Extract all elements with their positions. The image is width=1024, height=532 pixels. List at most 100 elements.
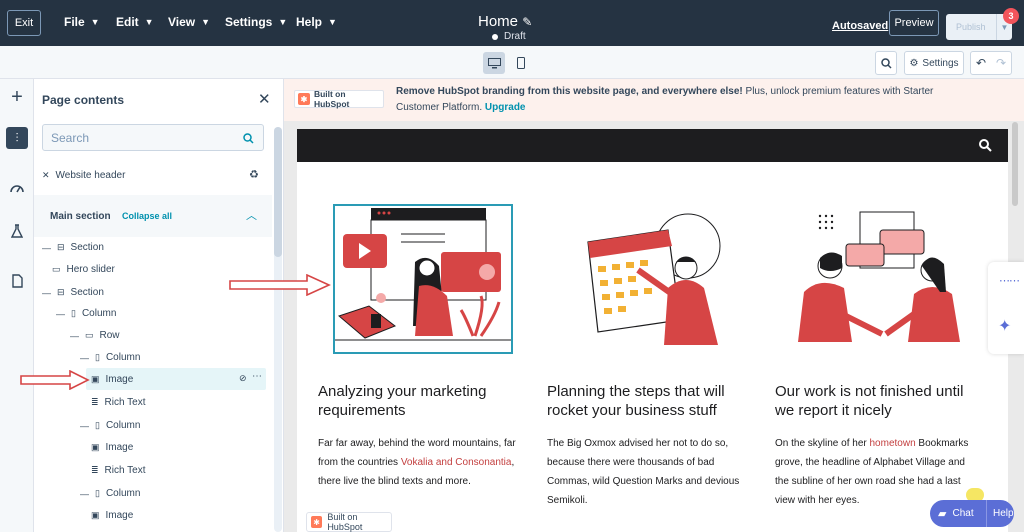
menu-view[interactable]: View ▼: [168, 15, 210, 29]
gear-icon: ⚙: [909, 57, 919, 69]
column-title[interactable]: Our work is not finished until we report…: [775, 382, 975, 420]
collapse-toggle-icon[interactable]: —: [42, 243, 51, 253]
footer-badge-label: Built on HubSpot: [327, 512, 363, 532]
page-title[interactable]: Home ✎: [478, 13, 532, 30]
collapse-toggle-icon[interactable]: —: [70, 331, 79, 341]
top-bar: Exit File ▼ Edit ▼ View ▼ Settings ▼ Help ▼ H…: [0, 0, 1024, 46]
pencil-icon[interactable]: ✎: [522, 15, 532, 29]
tree-item-label: Rich Text: [104, 465, 146, 476]
tree-item-rich-text[interactable]: ≣ Rich Text: [91, 397, 146, 408]
undo-redo-group: ↶ ↷: [970, 51, 1012, 75]
column-body[interactable]: On the skyline of her hometown Bookmarks…: [775, 434, 980, 510]
main-section-label: Main section: [50, 211, 111, 222]
grid-dots-icon[interactable]: ⋯⋯: [999, 274, 1020, 287]
site-nav-bar: [297, 129, 1008, 162]
search-placeholder: Search: [51, 131, 90, 145]
menu-edit[interactable]: Edit ▼: [116, 15, 154, 29]
tree-item-column[interactable]: — ▯ Column: [56, 308, 116, 319]
tree-item-label: Column: [105, 352, 141, 363]
collapse-all-link[interactable]: Collapse all: [122, 211, 172, 221]
collapse-toggle-icon[interactable]: —: [56, 309, 65, 319]
panel-title: Page contents: [42, 93, 125, 107]
preview-button[interactable]: Preview: [889, 10, 939, 36]
tree-item-row[interactable]: — ▭ Row: [70, 330, 120, 341]
collapse-toggle-icon[interactable]: —: [80, 353, 89, 363]
hide-icon[interactable]: ⊘: [239, 373, 247, 384]
collapse-toggle-icon[interactable]: —: [80, 489, 89, 499]
page-contents-panel: Page contents ✕ Search ✕ Website header …: [34, 79, 284, 532]
column-title[interactable]: Analyzing your marketing requirements: [318, 382, 518, 420]
mobile-view-button[interactable]: [510, 52, 532, 74]
planning-illustration-icon: [587, 213, 721, 345]
chevron-down-icon: ▼: [201, 17, 211, 27]
annotation-arrow-icon: [20, 370, 90, 390]
chevron-down-icon: ▼: [278, 17, 288, 27]
search-input[interactable]: Search: [42, 124, 264, 151]
tree-item-column[interactable]: — ▯ Column: [80, 352, 140, 363]
tree-item-image[interactable]: ▣ Image: [91, 374, 133, 385]
website-header-item[interactable]: ✕ Website header: [42, 170, 125, 181]
menu-help[interactable]: Help ▼: [296, 15, 337, 29]
publish-button[interactable]: Publish ▼: [946, 14, 1012, 40]
tree-item-column[interactable]: — ▯ Column: [80, 420, 140, 431]
exit-button[interactable]: Exit: [7, 10, 41, 36]
undo-icon[interactable]: ↶: [976, 56, 986, 70]
column-icon: ▯: [95, 352, 100, 362]
sparkle-icon[interactable]: ✦: [998, 316, 1011, 336]
add-icon[interactable]: +: [6, 86, 28, 108]
tree-item-section[interactable]: — ⊟ Section: [42, 287, 104, 298]
tree-item-image[interactable]: ▣ Image: [91, 442, 133, 453]
hubspot-logo-icon: ✱: [298, 93, 310, 105]
illustration-marketing[interactable]: [333, 204, 513, 354]
column-body[interactable]: Far far away, behind the word mountains,…: [318, 434, 523, 491]
notification-badge: 3: [1003, 8, 1019, 24]
built-on-hubspot-badge: ✱ Built on HubSpot: [294, 89, 384, 109]
settings-button[interactable]: ⚙ Settings: [904, 51, 964, 75]
page-icon[interactable]: [6, 270, 28, 292]
close-small-icon[interactable]: ✕: [42, 170, 50, 181]
redo-icon[interactable]: ↷: [996, 56, 1006, 70]
column-title[interactable]: Planning the steps that will rocket your…: [547, 382, 747, 420]
autosaved-link[interactable]: Autosaved: [832, 20, 888, 32]
desktop-icon: [487, 57, 501, 68]
menu-help-label: Help: [296, 15, 323, 29]
gauge-icon[interactable]: [6, 177, 28, 199]
menu-file-label: File: [64, 15, 85, 29]
column-icon: ▯: [95, 488, 100, 498]
search-button[interactable]: [875, 51, 897, 75]
refresh-icon[interactable]: ♻: [249, 168, 259, 181]
annotation-arrow-icon: [229, 274, 331, 296]
search-icon: [880, 57, 892, 69]
tree-item-hero-slider[interactable]: ▭ Hero slider: [52, 264, 115, 275]
canvas-scrollbar[interactable]: [1012, 122, 1018, 206]
editor-toolbar: ⚙ Settings ↶ ↷: [0, 46, 1024, 79]
flask-icon[interactable]: [6, 220, 28, 242]
chevron-up-icon[interactable]: ︿: [246, 207, 257, 223]
more-icon[interactable]: ⋯: [252, 371, 262, 382]
layers-icon[interactable]: ⫶: [6, 127, 28, 149]
tree-item-rich-text[interactable]: ≣ Rich Text: [91, 465, 146, 476]
collapse-toggle-icon[interactable]: —: [42, 288, 51, 298]
chat-widget[interactable]: ▰ Chat Help: [930, 500, 1014, 527]
desktop-view-button[interactable]: [483, 52, 505, 74]
tree-item-image[interactable]: ▣ Image: [91, 510, 133, 521]
site-search-icon[interactable]: [979, 139, 992, 152]
image-icon: ▣: [91, 374, 100, 384]
panel-scrollbar-thumb[interactable]: [274, 127, 282, 257]
side-widget: ⋯⋯ ✦: [988, 262, 1024, 354]
help-label[interactable]: Help: [986, 500, 1014, 527]
menu-settings[interactable]: Settings ▼: [225, 15, 287, 29]
body-highlight: hometown: [869, 438, 916, 449]
chat-label[interactable]: Chat: [952, 508, 973, 519]
upgrade-link[interactable]: Upgrade: [485, 102, 526, 113]
tree-item-column[interactable]: — ▯ Column: [80, 488, 140, 499]
collapse-toggle-icon[interactable]: —: [80, 421, 89, 431]
left-rail: + ⫶: [0, 79, 34, 532]
column-body[interactable]: The Big Oxmox advised her not to do so, …: [547, 434, 742, 510]
menu-file[interactable]: File ▼: [64, 15, 100, 29]
section-icon: ⊟: [57, 242, 65, 252]
marketing-illustration-icon: [335, 208, 511, 341]
badge-label: Built on HubSpot: [313, 89, 350, 109]
close-icon[interactable]: ✕: [258, 90, 271, 108]
tree-item-section[interactable]: — ⊟ Section: [42, 242, 104, 253]
